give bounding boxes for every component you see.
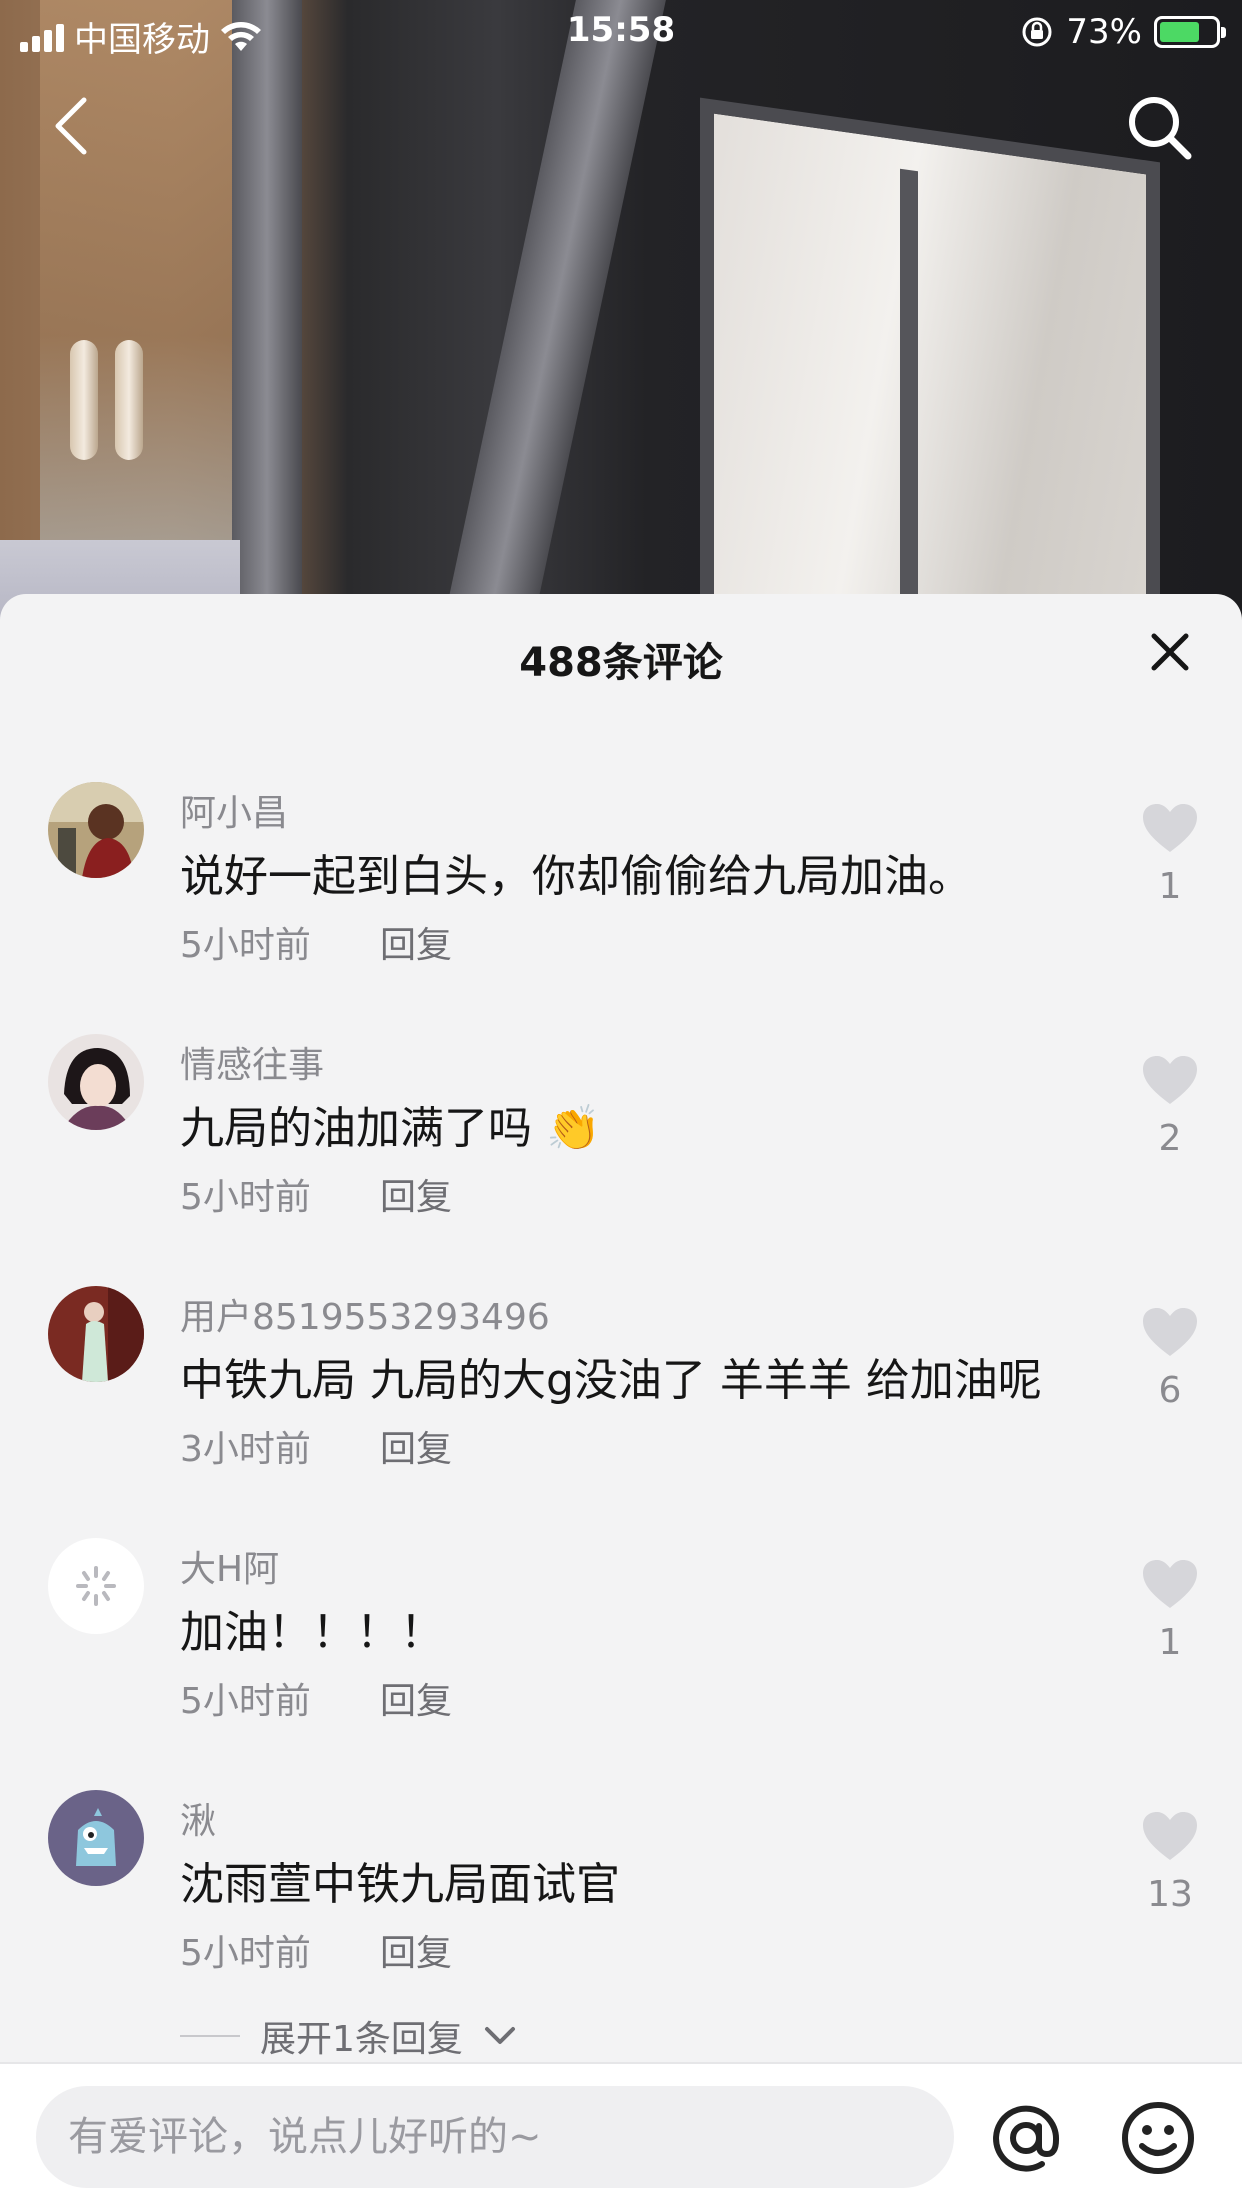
like-count: 13 bbox=[1147, 1874, 1193, 1915]
like-count: 2 bbox=[1158, 1118, 1182, 1159]
search-icon[interactable] bbox=[1124, 92, 1194, 162]
comment-item: 阿小昌 说好一起到白头，你却偷偷给九局加油。 5小时前 回复 1 bbox=[0, 782, 1242, 1032]
reply-button[interactable]: 回复 bbox=[380, 1168, 452, 1220]
reply-button[interactable]: 回复 bbox=[380, 1420, 452, 1472]
reply-button[interactable]: 回复 bbox=[380, 1672, 452, 1724]
like-count: 1 bbox=[1158, 866, 1182, 907]
comment-sheet: 488条评论 阿小昌 说好一起到白头，你却偷偷给九局加油。 5小时前 回复 1 bbox=[0, 594, 1242, 2208]
emoji-icon[interactable] bbox=[1120, 2100, 1196, 2176]
comment-time: 5小时前 bbox=[180, 1681, 311, 1722]
video-window-bar bbox=[900, 168, 918, 620]
comment-text[interactable]: 加油！！！！ bbox=[180, 1596, 444, 1660]
at-icon[interactable] bbox=[990, 2102, 1062, 2174]
avatar[interactable] bbox=[48, 1538, 144, 1634]
comment-item: 大H阿 加油！！！！ 5小时前 回复 1 bbox=[0, 1538, 1242, 1788]
divider bbox=[180, 2035, 240, 2037]
like-count: 6 bbox=[1158, 1370, 1182, 1411]
status-right: 73% bbox=[1020, 12, 1226, 52]
video-door-handle bbox=[115, 340, 143, 460]
avatar[interactable] bbox=[48, 782, 144, 878]
video-door-scene bbox=[40, 0, 240, 560]
avatar[interactable] bbox=[48, 1790, 144, 1886]
heart-icon[interactable] bbox=[1141, 1558, 1199, 1610]
heart-icon[interactable] bbox=[1141, 1054, 1199, 1106]
battery-percent: 73% bbox=[1066, 12, 1142, 52]
like-count: 1 bbox=[1158, 1622, 1182, 1663]
comment-author[interactable]: 情感往事 bbox=[180, 1036, 324, 1088]
expand-replies-label[interactable]: 展开1条回复 bbox=[260, 2010, 463, 2062]
video-window-frame bbox=[232, 0, 302, 620]
comment-author[interactable]: 湫 bbox=[180, 1792, 216, 1844]
comment-time: 5小时前 bbox=[180, 1933, 311, 1974]
status-bar: 中国移动 15:58 73% bbox=[0, 0, 1242, 64]
comment-text[interactable]: 九局的油加满了吗 👏 bbox=[180, 1092, 601, 1156]
comment-time: 5小时前 bbox=[180, 925, 311, 966]
video-background[interactable] bbox=[0, 0, 1242, 620]
avatar[interactable] bbox=[48, 1034, 144, 1130]
like-button[interactable]: 2 bbox=[1140, 1054, 1200, 1159]
video-door-handle bbox=[70, 340, 98, 460]
reply-button[interactable]: 回复 bbox=[380, 916, 452, 968]
heart-icon[interactable] bbox=[1141, 1810, 1199, 1862]
comment-text[interactable]: 说好一起到白头，你却偷偷给九局加油。 bbox=[180, 840, 972, 904]
comment-author[interactable]: 阿小昌 bbox=[180, 784, 288, 836]
comment-item: 情感往事 九局的油加满了吗 👏 5小时前 回复 2 bbox=[0, 1034, 1242, 1284]
chevron-down-icon[interactable] bbox=[483, 2025, 517, 2047]
expand-replies-button[interactable]: 展开1条回复 bbox=[180, 2010, 517, 2062]
comment-count-title: 488条评论 bbox=[519, 640, 723, 686]
close-icon[interactable] bbox=[1148, 630, 1192, 674]
comment-time: 3小时前 bbox=[180, 1429, 311, 1470]
comment-item: 用户8519553293496 中铁九局 九局的大g没油了 羊羊羊 给加油呢 3… bbox=[0, 1286, 1242, 1536]
comment-author[interactable]: 大H阿 bbox=[180, 1540, 279, 1592]
like-button[interactable]: 13 bbox=[1140, 1810, 1200, 1915]
comment-input-bar bbox=[0, 2062, 1242, 2208]
comment-item: 湫 沈雨萱中铁九局面试官 5小时前 回复 13 bbox=[0, 1790, 1242, 2040]
comment-input-wrapper[interactable] bbox=[36, 2086, 954, 2188]
like-button[interactable]: 6 bbox=[1140, 1306, 1200, 1411]
avatar[interactable] bbox=[48, 1286, 144, 1382]
comment-text[interactable]: 中铁九局 九局的大g没油了 羊羊羊 给加油呢 bbox=[180, 1344, 1042, 1408]
battery-icon bbox=[1154, 16, 1226, 48]
comment-text[interactable]: 沈雨萱中铁九局面试官 bbox=[180, 1848, 620, 1912]
heart-icon[interactable] bbox=[1141, 1306, 1199, 1358]
video-window-frame bbox=[444, 0, 666, 620]
heart-icon[interactable] bbox=[1141, 802, 1199, 854]
comment-time: 5小时前 bbox=[180, 1177, 311, 1218]
like-button[interactable]: 1 bbox=[1140, 1558, 1200, 1663]
rotation-lock-icon bbox=[1022, 17, 1052, 47]
chevron-left-icon[interactable] bbox=[46, 96, 96, 156]
reply-button[interactable]: 回复 bbox=[380, 1924, 452, 1976]
comment-author[interactable]: 用户8519553293496 bbox=[180, 1288, 550, 1340]
comment-input[interactable] bbox=[36, 2086, 954, 2188]
video-window bbox=[700, 97, 1160, 620]
like-button[interactable]: 1 bbox=[1140, 802, 1200, 907]
battery-fill bbox=[1160, 22, 1200, 42]
